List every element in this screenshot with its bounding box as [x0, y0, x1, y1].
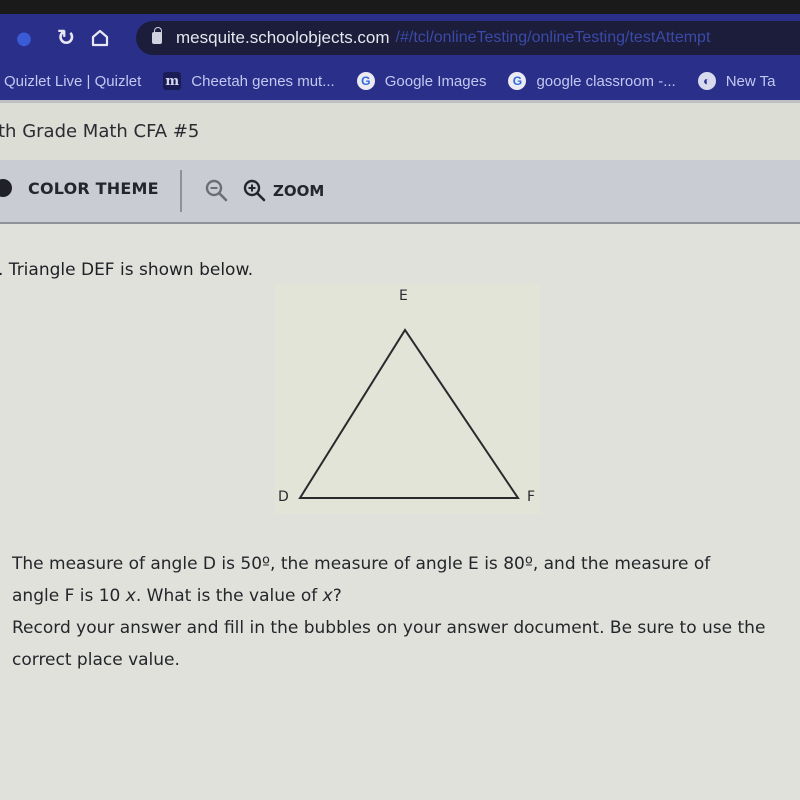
- question-instructions: Record your answer and fill in the bubbl…: [12, 618, 766, 670]
- bookmark-new-tab[interactable]: ◐ New Ta: [697, 72, 776, 90]
- globe-icon: ◐: [697, 72, 716, 90]
- google-icon: G: [508, 72, 527, 90]
- google-icon: G: [356, 72, 375, 90]
- m-icon: m: [163, 72, 182, 90]
- bookmark-google-images[interactable]: G Google Images: [356, 72, 487, 90]
- question-line-1: The measure of angle D is 50º, the measu…: [12, 554, 711, 574]
- bookmark-label: Quizlet Live | Quizlet: [4, 72, 142, 90]
- triangle-figure: E D F: [275, 284, 540, 514]
- url-host: mesquite.schoolobjects.com: [176, 28, 390, 47]
- home-icon[interactable]: [86, 24, 114, 52]
- reload-icon[interactable]: ↻: [52, 24, 80, 52]
- variable-x: x: [125, 586, 136, 606]
- screen-bezel: [0, 0, 800, 14]
- toolbar-divider: [180, 170, 182, 212]
- vertex-label-d: D: [278, 489, 289, 505]
- page-title: th Grade Math CFA #5: [0, 121, 200, 142]
- url-path: /#/tcl/onlineTesting/onlineTesting/testA…: [395, 29, 711, 46]
- test-toolbar: COLOR THEME ZOOM: [0, 160, 800, 224]
- browser-navbar: ● ↻ mesquite.schoolobjects.com /#/tcl/on…: [0, 14, 800, 62]
- zoom-in-icon[interactable]: [242, 178, 268, 208]
- vertex-label-f: F: [527, 489, 536, 505]
- bookmark-label: google classroom -...: [536, 72, 676, 90]
- question-intro: . Triangle DEF is shown below.: [0, 260, 254, 280]
- question-text: The measure of angle D is 50º, the measu…: [12, 548, 797, 676]
- bookmark-google-classroom[interactable]: G google classroom -...: [508, 72, 676, 90]
- palette-icon[interactable]: [0, 179, 12, 197]
- question-fragment: . What is the value of: [135, 586, 323, 606]
- variable-x: x: [322, 586, 333, 606]
- question-content: . Triangle DEF is shown below. E D F The…: [0, 224, 800, 800]
- lock-icon[interactable]: [152, 27, 162, 44]
- triangle-def: [298, 328, 520, 499]
- question-fragment: ?: [332, 586, 342, 606]
- bookmark-quizlet-live[interactable]: Quizlet Live | Quizlet: [4, 73, 141, 90]
- triangle-svg: [298, 328, 520, 499]
- question-line-2: angle F is 10 x. What is the value of x?: [12, 580, 797, 612]
- zoom-out-icon[interactable]: [204, 178, 230, 208]
- bookmark-cheetah-genes[interactable]: m Cheetah genes mut...: [163, 72, 335, 90]
- bookmark-label: Cheetah genes mut...: [191, 72, 335, 90]
- question-fragment: angle F is 10: [12, 586, 126, 606]
- back-icon[interactable]: ●: [10, 24, 38, 52]
- bookmark-label: Google Images: [384, 72, 487, 90]
- bookmark-label: New Ta: [725, 72, 776, 90]
- test-header: th Grade Math CFA #5: [0, 100, 800, 163]
- address-bar[interactable]: mesquite.schoolobjects.com /#/tcl/online…: [136, 21, 800, 55]
- color-theme-button[interactable]: COLOR THEME: [28, 179, 159, 198]
- bookmarks-bar: Quizlet Live | Quizlet m Cheetah genes m…: [0, 62, 800, 100]
- zoom-label: ZOOM: [273, 182, 325, 200]
- vertex-label-e: E: [399, 288, 408, 304]
